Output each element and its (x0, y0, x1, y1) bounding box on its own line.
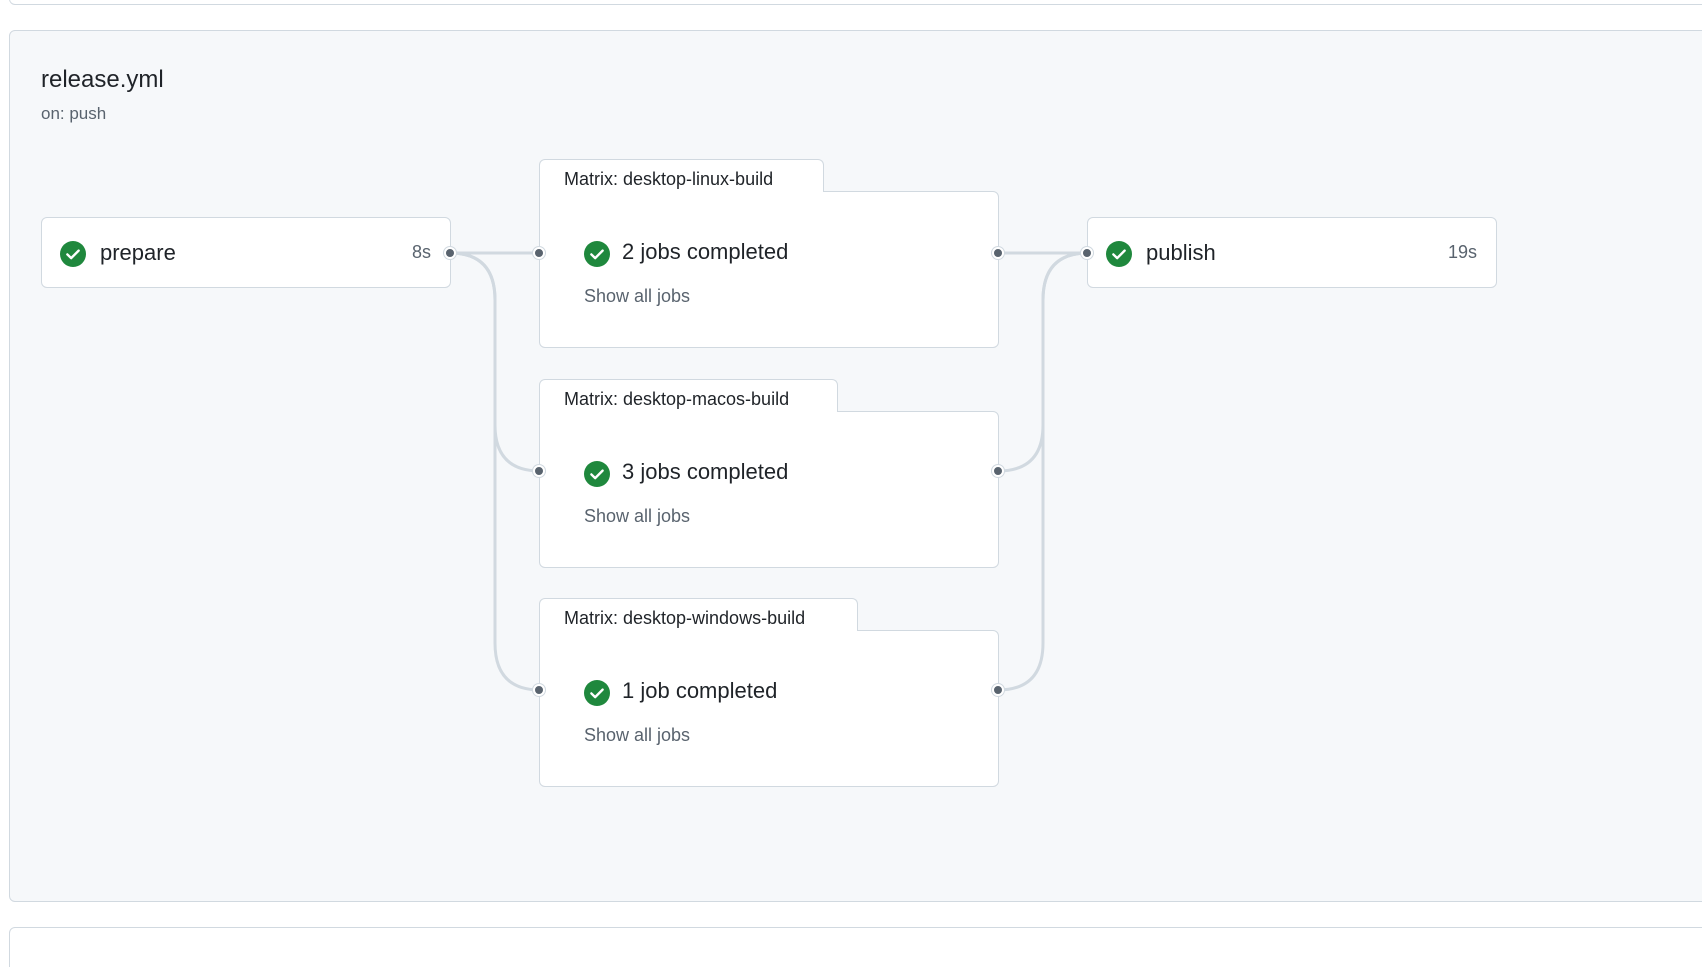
matrix-windows[interactable]: 1 job completed Show all jobs (539, 630, 999, 787)
tab-joint (540, 410, 837, 413)
windows-output-dot (992, 684, 1004, 696)
matrix-title: Matrix: desktop-windows-build (564, 607, 806, 628)
tab-joint (540, 190, 823, 193)
job-name: prepare (100, 240, 176, 265)
check-circle-fill-icon (584, 680, 610, 706)
matrix-title: Matrix: desktop-macos-build (564, 388, 790, 409)
job-prepare[interactable]: prepare 8s (41, 217, 451, 288)
matrix-tab-macos: Matrix: desktop-macos-build (539, 379, 838, 414)
check-circle-fill-icon (60, 241, 86, 267)
check-circle-fill-icon (584, 461, 610, 487)
tab-step-line (837, 411, 867, 412)
workflow-trigger: on: push (41, 104, 107, 123)
job-duration: 19s (1447, 242, 1477, 262)
show-all-jobs-link[interactable]: Show all jobs (584, 725, 690, 746)
macos-output-dot (992, 465, 1004, 477)
prepare-output-dot (444, 247, 456, 259)
macos-input-dot (533, 465, 545, 477)
matrix-title: Matrix: desktop-linux-build (564, 168, 774, 189)
job-duration: 8s (411, 242, 431, 262)
matrix-tab-windows: Matrix: desktop-windows-build (539, 598, 858, 633)
job-name: publish (1146, 240, 1216, 265)
publish-input-dot (1081, 247, 1093, 259)
show-all-jobs-link[interactable]: Show all jobs (584, 506, 690, 527)
matrix-macos[interactable]: 3 jobs completed Show all jobs (539, 411, 999, 568)
linux-output-dot (992, 247, 1004, 259)
matrix-linux[interactable]: 2 jobs completed Show all jobs (539, 191, 999, 348)
show-all-jobs-link[interactable]: Show all jobs (584, 286, 690, 307)
workflow-file-name: release.yml (41, 66, 164, 93)
matrix-status: 1 job completed (622, 678, 778, 703)
check-circle-fill-icon (584, 241, 610, 267)
tab-step-line (823, 191, 853, 192)
matrix-tab-linux: Matrix: desktop-linux-build (539, 159, 824, 194)
windows-input-dot (533, 684, 545, 696)
matrix-status: 2 jobs completed (622, 239, 789, 264)
next-panel (9, 927, 1702, 967)
tab-joint (540, 629, 857, 632)
job-publish[interactable]: publish 19s (1087, 217, 1497, 288)
tab-step-line (857, 630, 887, 631)
check-circle-fill-icon (1106, 241, 1132, 267)
linux-input-dot (533, 247, 545, 259)
matrix-status: 3 jobs completed (622, 459, 789, 484)
previous-panel (9, 0, 1702, 5)
workflow-run-page: release.yml on: push prepare 8s Matrix: … (0, 0, 1702, 967)
